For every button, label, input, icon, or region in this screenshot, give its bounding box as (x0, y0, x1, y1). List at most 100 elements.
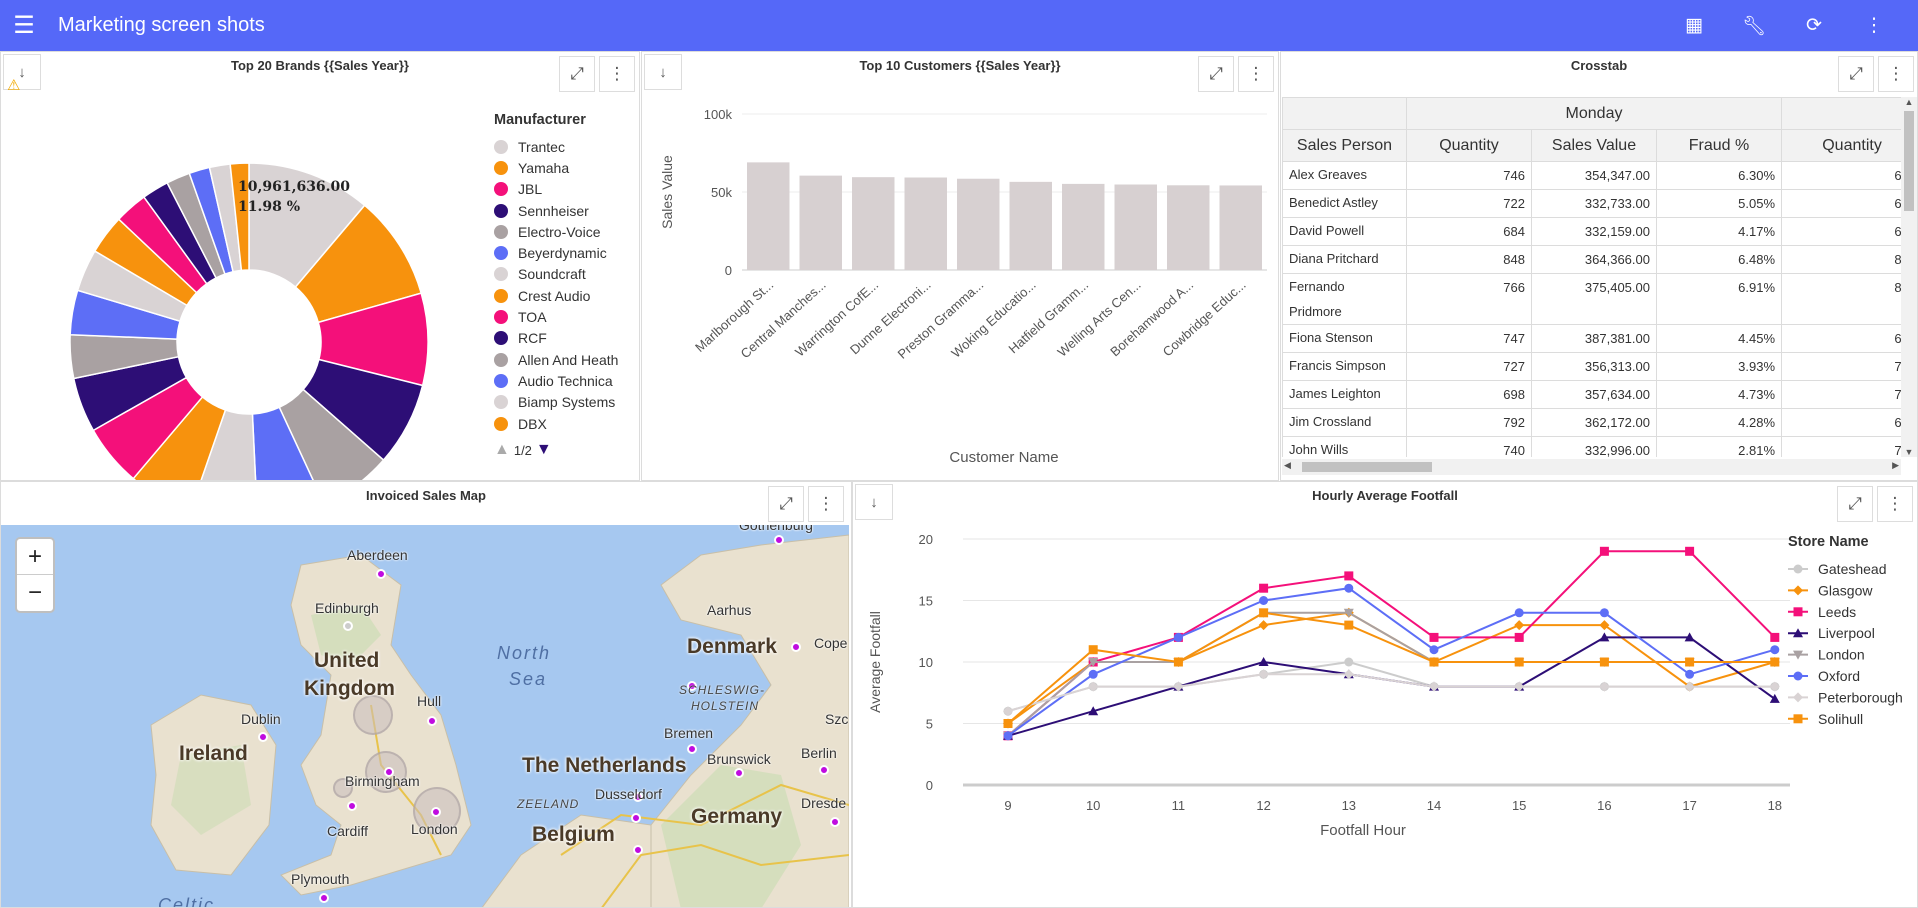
data-point[interactable] (1344, 620, 1354, 630)
data-point[interactable] (1599, 546, 1609, 556)
data-point[interactable] (1429, 645, 1439, 655)
data-point[interactable] (1003, 731, 1013, 741)
data-point[interactable] (1259, 596, 1269, 605)
legend-item[interactable]: Crest Audio (494, 285, 634, 306)
legend-item[interactable]: Glasgow (1788, 582, 1873, 598)
map-marker[interactable] (258, 732, 268, 742)
data-point[interactable] (1599, 657, 1609, 667)
legend-item[interactable]: Sennheiser (494, 200, 634, 221)
data-point[interactable] (1258, 669, 1269, 680)
data-point[interactable] (1685, 669, 1695, 679)
table-row[interactable]: Alex Greaves746354,347.006.30%675 (1282, 161, 1902, 190)
map-marker[interactable] (687, 744, 697, 754)
data-point[interactable] (1685, 657, 1695, 667)
zoom-in-button[interactable]: + (17, 539, 53, 575)
legend-item[interactable]: Peterborough (1788, 689, 1903, 705)
map-marker[interactable] (791, 642, 801, 652)
legend-item[interactable]: Leeds (1788, 604, 1856, 620)
bar[interactable] (904, 177, 948, 270)
legend-item[interactable]: London (1788, 647, 1865, 663)
data-point[interactable] (1514, 620, 1525, 631)
bar[interactable] (1062, 183, 1105, 270)
data-point[interactable] (1259, 608, 1269, 618)
data-point[interactable] (1514, 632, 1524, 642)
map-marker[interactable] (427, 716, 437, 726)
table-row[interactable]: Jim Crossland792362,172.004.28%654 (1282, 408, 1902, 437)
panel-menu-button[interactable]: ⋮ (599, 56, 635, 92)
legend-item[interactable]: DBX (494, 413, 634, 434)
menu-icon[interactable]: ☰ (0, 0, 48, 51)
more-vertical-icon[interactable]: ⋮ (1844, 14, 1904, 37)
vertical-scroll-thumb[interactable] (1904, 111, 1914, 211)
bar[interactable] (1167, 185, 1210, 270)
horizontal-scroll-thumb[interactable] (1302, 462, 1432, 472)
donut-chart[interactable] (1, 52, 481, 481)
data-point[interactable] (1599, 681, 1610, 692)
table-row[interactable]: Francis Simpson727356,313.003.93%708 (1282, 352, 1902, 381)
grid-icon[interactable]: ▦ (1664, 14, 1724, 37)
expand-button[interactable]: ⤢ (1838, 56, 1874, 92)
table-row[interactable]: Diana Pritchard848364,366.006.48%821 (1282, 245, 1902, 274)
wrench-icon[interactable]: 🔧︎ (1724, 14, 1784, 38)
data-point[interactable] (1088, 681, 1099, 692)
table-row[interactable]: Benedict Astley722332,733.005.05%609 (1282, 189, 1902, 218)
table-row[interactable]: David Powell684332,159.004.17%674 (1282, 217, 1902, 246)
map-marker[interactable] (631, 813, 641, 823)
table-row[interactable]: James Leighton698357,634.004.73%755 (1282, 380, 1902, 409)
data-point[interactable] (1344, 583, 1354, 593)
legend-item[interactable]: TOA (494, 306, 634, 327)
refresh-icon[interactable]: ⟳ (1784, 14, 1844, 37)
data-point[interactable] (1344, 571, 1354, 581)
column-header[interactable]: Quantity (1406, 129, 1532, 162)
bar[interactable] (1114, 184, 1158, 270)
data-point[interactable] (1003, 706, 1013, 717)
panel-menu-button[interactable]: ⋮ (1878, 56, 1914, 92)
data-point[interactable] (1770, 645, 1780, 655)
data-point[interactable] (1003, 719, 1013, 728)
map-marker[interactable] (347, 801, 357, 811)
vertical-scrollbar[interactable]: ▲ ▼ (1901, 97, 1917, 457)
data-point[interactable] (1599, 608, 1609, 618)
legend-item[interactable]: Electro-Voice (494, 221, 634, 242)
bar[interactable] (799, 175, 843, 270)
table-row[interactable]: Fiona Stenson747387,381.004.45%687 (1282, 324, 1902, 353)
column-header[interactable]: Sales Value (1531, 129, 1657, 162)
column-header[interactable]: Sales Person (1282, 129, 1407, 162)
map-marker[interactable] (830, 817, 840, 827)
map-marker[interactable] (633, 845, 643, 855)
map-marker[interactable] (319, 893, 329, 903)
line-chart[interactable]: 0 5 10 15 20 9 10 11 12 13 14 15 16 17 18 Average Footf… (853, 482, 1917, 907)
data-point[interactable] (1258, 620, 1269, 631)
map-marker[interactable] (774, 535, 784, 545)
data-point[interactable] (1514, 608, 1524, 618)
data-point[interactable] (1514, 657, 1524, 667)
legend-item[interactable]: Solihull (1788, 711, 1863, 727)
sales-map[interactable]: Aberdeen Edinburgh United Kingdom Hull D… (1, 525, 849, 907)
legend-item[interactable]: JBL (494, 179, 634, 200)
table-row[interactable]: Fernando Pridmore766375,405.006.91%863 (1282, 273, 1902, 325)
map-marker[interactable] (819, 765, 829, 775)
data-point[interactable] (1344, 657, 1354, 667)
legend-item[interactable]: Trantec (494, 136, 634, 157)
map-marker[interactable] (376, 569, 386, 579)
pager-up-icon[interactable]: ▲ (494, 441, 510, 459)
data-point[interactable] (1173, 632, 1183, 642)
panel-menu-button[interactable]: ⋮ (808, 486, 844, 522)
data-point[interactable] (1429, 632, 1439, 642)
bar[interactable] (747, 162, 790, 270)
data-point[interactable] (1685, 546, 1695, 556)
bar[interactable] (1009, 181, 1053, 270)
legend-item[interactable]: Yamaha (494, 157, 634, 178)
bar[interactable] (1219, 185, 1263, 270)
column-header[interactable]: Fraud % (1655, 129, 1783, 162)
data-point[interactable] (1770, 632, 1780, 642)
legend-item[interactable]: Biamp Systems (494, 392, 634, 413)
legend-item[interactable]: Allen And Heath (494, 349, 634, 370)
data-point[interactable] (1088, 645, 1098, 655)
map-marker[interactable] (343, 621, 353, 631)
column-header[interactable]: Quantity (1781, 129, 1902, 162)
data-point[interactable] (1088, 669, 1098, 679)
data-point[interactable] (1769, 681, 1780, 692)
map-marker[interactable] (431, 807, 441, 817)
expand-button[interactable]: ⤢ (559, 56, 595, 92)
